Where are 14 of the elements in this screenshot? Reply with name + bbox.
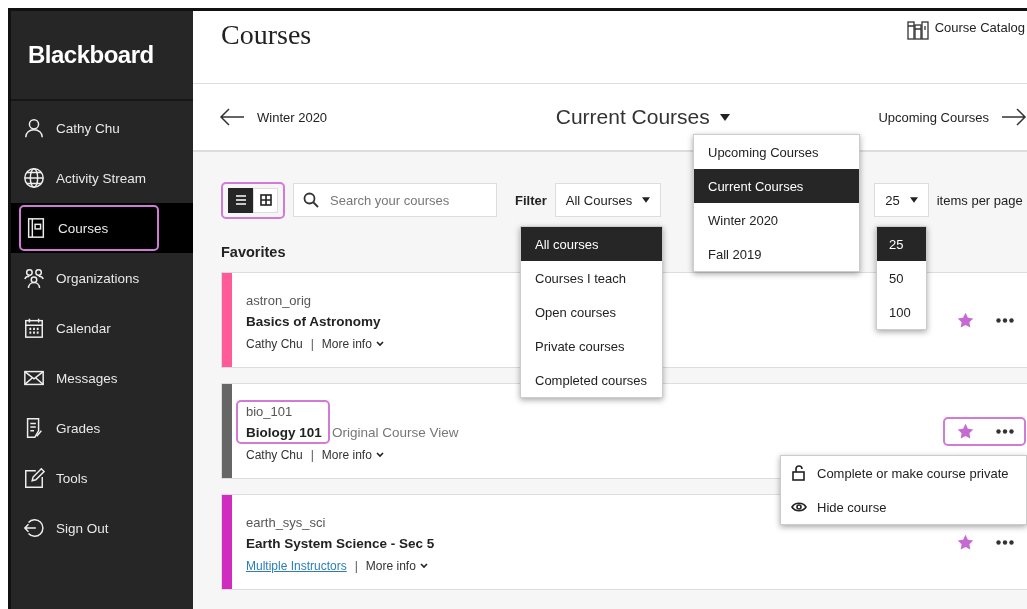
course-code: astron_orig bbox=[246, 293, 313, 308]
course-view-note: Original Course View bbox=[332, 425, 459, 440]
course-code: earth_sys_sci bbox=[246, 515, 327, 530]
page-title: Courses bbox=[221, 19, 312, 52]
blackboard-logo: Blackboard bbox=[28, 41, 154, 69]
separator: | bbox=[354, 559, 358, 573]
section-heading: Favorites bbox=[221, 244, 286, 260]
separator: | bbox=[310, 337, 314, 351]
instructor-name: Cathy Chu bbox=[246, 448, 303, 462]
filter-label: Filter bbox=[515, 192, 547, 208]
separator: | bbox=[310, 448, 314, 462]
instructor-name: Cathy Chu bbox=[246, 337, 303, 351]
course-code: bio_101 bbox=[246, 404, 294, 419]
per-page-label: items per page bbox=[936, 192, 1023, 208]
